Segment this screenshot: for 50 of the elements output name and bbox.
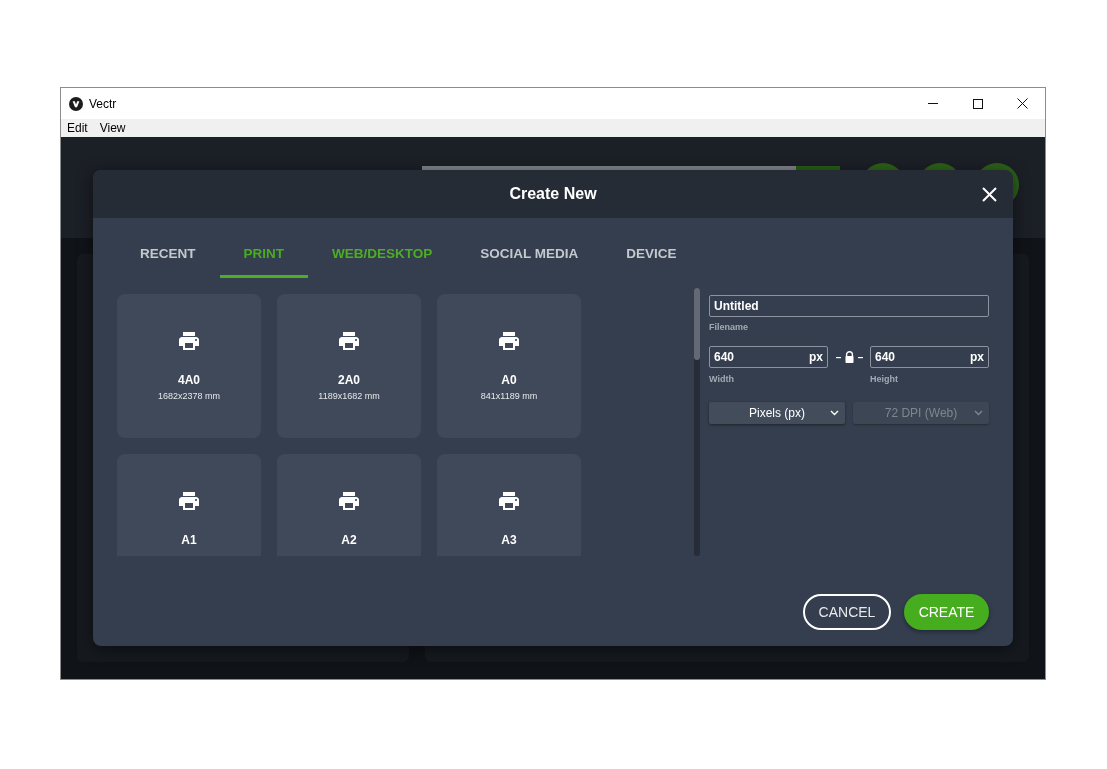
tab[interactable]: DEVICE xyxy=(602,230,701,278)
scrollbar-thumb[interactable] xyxy=(694,288,700,360)
printer-icon xyxy=(179,492,199,510)
preset-card[interactable]: A3 xyxy=(437,454,581,556)
unit-select[interactable]: Pixels (px) xyxy=(709,402,845,424)
preset-card[interactable]: A1 xyxy=(117,454,261,556)
tab[interactable]: RECENT xyxy=(116,230,220,278)
preset-name: A0 xyxy=(501,373,517,387)
preset-card[interactable]: A0 841x1189 mm xyxy=(437,294,581,438)
tab[interactable]: PRINT xyxy=(219,230,308,278)
printer-icon xyxy=(499,332,519,350)
scrollbar[interactable] xyxy=(694,288,700,556)
preset-size: 1682x2378 mm xyxy=(157,391,220,402)
chevron-down-icon xyxy=(830,410,839,416)
menu-item[interactable]: Edit xyxy=(61,119,94,137)
menu-item[interactable]: View xyxy=(93,119,132,137)
preset-name: A1 xyxy=(181,533,197,547)
field-label: Filename xyxy=(709,321,749,333)
field-label: Height xyxy=(870,373,898,385)
preset-name: 4A0 xyxy=(178,373,200,387)
preset-size: 841x1189 mm xyxy=(480,391,538,402)
app-logo-icon xyxy=(69,96,83,111)
window-title: Vectr xyxy=(89,95,117,113)
cancel-button[interactable]: CANCEL xyxy=(803,594,891,630)
printer-icon xyxy=(179,332,199,350)
tab[interactable]: WEB/DESKTOP xyxy=(308,230,457,278)
dialog-title: Create New xyxy=(509,184,597,204)
minimize-icon xyxy=(927,103,938,104)
printer-icon xyxy=(339,332,359,350)
preset-name: A3 xyxy=(501,533,517,547)
preset-size: 1189x1682 mm xyxy=(318,391,380,402)
preset-name: 2A0 xyxy=(338,373,360,387)
close-icon xyxy=(981,186,997,202)
height-field[interactable]: 640 px xyxy=(870,346,989,368)
unit-label: px xyxy=(809,349,823,366)
close-icon xyxy=(1017,98,1028,109)
width-field[interactable]: 640 px xyxy=(709,346,828,368)
lock-icon xyxy=(835,351,863,363)
chevron-down-icon xyxy=(974,410,983,416)
field-label: Width xyxy=(709,373,735,385)
filename-field[interactable]: Untitled xyxy=(709,295,989,317)
printer-icon xyxy=(499,492,519,510)
unit-label: px xyxy=(970,349,984,366)
preset-name: A2 xyxy=(341,533,357,547)
tab[interactable]: SOCIAL MEDIA xyxy=(456,230,603,278)
preset-card[interactable]: 4A0 1682x2378 mm xyxy=(117,294,261,438)
maximize-icon xyxy=(972,98,983,109)
preset-card[interactable]: A2 xyxy=(277,454,421,556)
printer-icon xyxy=(339,492,359,510)
preset-card[interactable]: 2A0 1189x1682 mm xyxy=(277,294,421,438)
